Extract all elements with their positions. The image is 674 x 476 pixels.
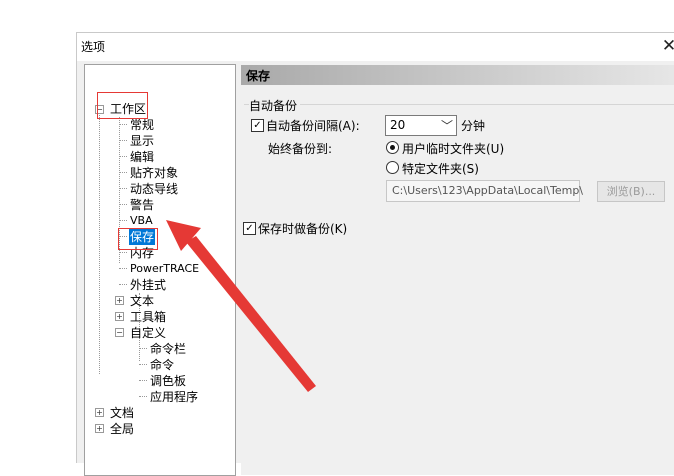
tree-item-command-bars[interactable]: 命令栏 [150,341,186,357]
radio-specific-folder[interactable] [386,161,399,174]
group-label-auto-backup: 自动备份 [249,97,301,114]
tree-item-text[interactable]: 文本 [130,293,154,309]
tree-item-application[interactable]: 应用程序 [150,389,198,405]
annotation-box-workspace [97,92,148,119]
tree-item-powertrace[interactable]: PowerTRACE [130,261,199,277]
backup-on-save-label[interactable]: 保存时做备份(K) [258,220,347,237]
expand-icon[interactable]: + [95,424,104,433]
expand-icon[interactable]: + [115,296,124,305]
collapse-icon[interactable]: − [115,328,124,337]
tree-line [139,380,147,381]
tree-line [119,188,127,189]
auto-backup-checkbox[interactable]: ✓ [251,119,264,132]
tree-line [139,348,147,349]
expand-icon[interactable]: + [115,312,124,321]
tree-item-customize[interactable]: 自定义 [130,325,166,341]
always-backup-to-label: 始终备份到: [268,142,333,156]
tree-item-plugins[interactable]: 外挂式 [130,277,166,293]
tree-line [119,268,127,269]
backup-folder-path-field[interactable]: C:\Users\123\AppData\Local\Temp\ [386,180,584,202]
tree-item-edit[interactable]: 编辑 [130,149,154,165]
tree-line [119,140,127,141]
close-button[interactable]: ✕ [657,34,674,58]
tree-item-snap-objects[interactable]: 贴齐对象 [130,165,178,181]
tree-item-warnings[interactable]: 警告 [130,197,154,213]
radio-user-temp-folder[interactable] [386,141,399,154]
chevron-down-icon[interactable]: ﹀ [441,117,453,134]
tree-item-dynamic-guides[interactable]: 动态导线 [130,181,178,197]
tree-line [119,252,127,253]
backup-folder-path: C:\Users\123\AppData\Local\Temp\ [392,184,584,197]
panel-title: 保存 [246,69,271,83]
tree-item-document[interactable]: 文档 [110,405,134,421]
group-divider [244,104,674,105]
options-tree[interactable]: − + + − + + 工作区 常规 显示 编辑 贴齐对象 动态导线 警告 VB… [84,64,236,476]
tree-line [119,172,127,173]
settings-panel: 保存 自动备份 ✓ 自动备份间隔(A): 20 ﹀ 分钟 始终备份到: 用户临时… [241,65,674,475]
tree-item-toolbox[interactable]: 工具箱 [130,309,166,325]
tree-line [119,220,127,221]
tree-line [119,124,127,125]
backup-interval-value: 20 [390,118,406,132]
tree-item-vba[interactable]: VBA [130,213,153,229]
tree-line [119,284,127,285]
tree-item-display[interactable]: 显示 [130,133,154,149]
title-bar: 选项 ✕ [77,33,674,61]
tree-line [119,204,127,205]
tree-item-palettes[interactable]: 调色板 [150,373,186,389]
auto-backup-interval-label[interactable]: 自动备份间隔(A): [266,117,360,134]
tree-line [139,396,147,397]
radio-selected-dot [390,145,395,150]
panel-header: 保存 [241,65,674,85]
tree-item-global[interactable]: 全局 [110,421,134,437]
browse-button[interactable]: 浏览(B)... [597,181,665,202]
expand-icon[interactable]: + [95,408,104,417]
tree-item-commands[interactable]: 命令 [150,357,174,373]
tree-line [139,364,147,365]
tree-line [99,112,100,374]
dialog-title: 选项 [81,40,106,54]
backup-on-save-checkbox[interactable]: ✓ [243,222,256,235]
interval-unit: 分钟 [461,119,486,133]
options-dialog: 选项 ✕ − + + − + + 工作区 常规 显示 编辑 贴齐对象 动态导线 … [76,32,674,476]
radio-specific-label[interactable]: 特定文件夹(S) [402,160,479,177]
radio-user-temp-label[interactable]: 用户临时文件夹(U) [402,140,504,157]
annotation-box-save [118,228,158,250]
backup-interval-combo[interactable]: 20 ﹀ [385,115,457,136]
tree-line [119,156,127,157]
tree-item-general[interactable]: 常规 [130,117,154,133]
